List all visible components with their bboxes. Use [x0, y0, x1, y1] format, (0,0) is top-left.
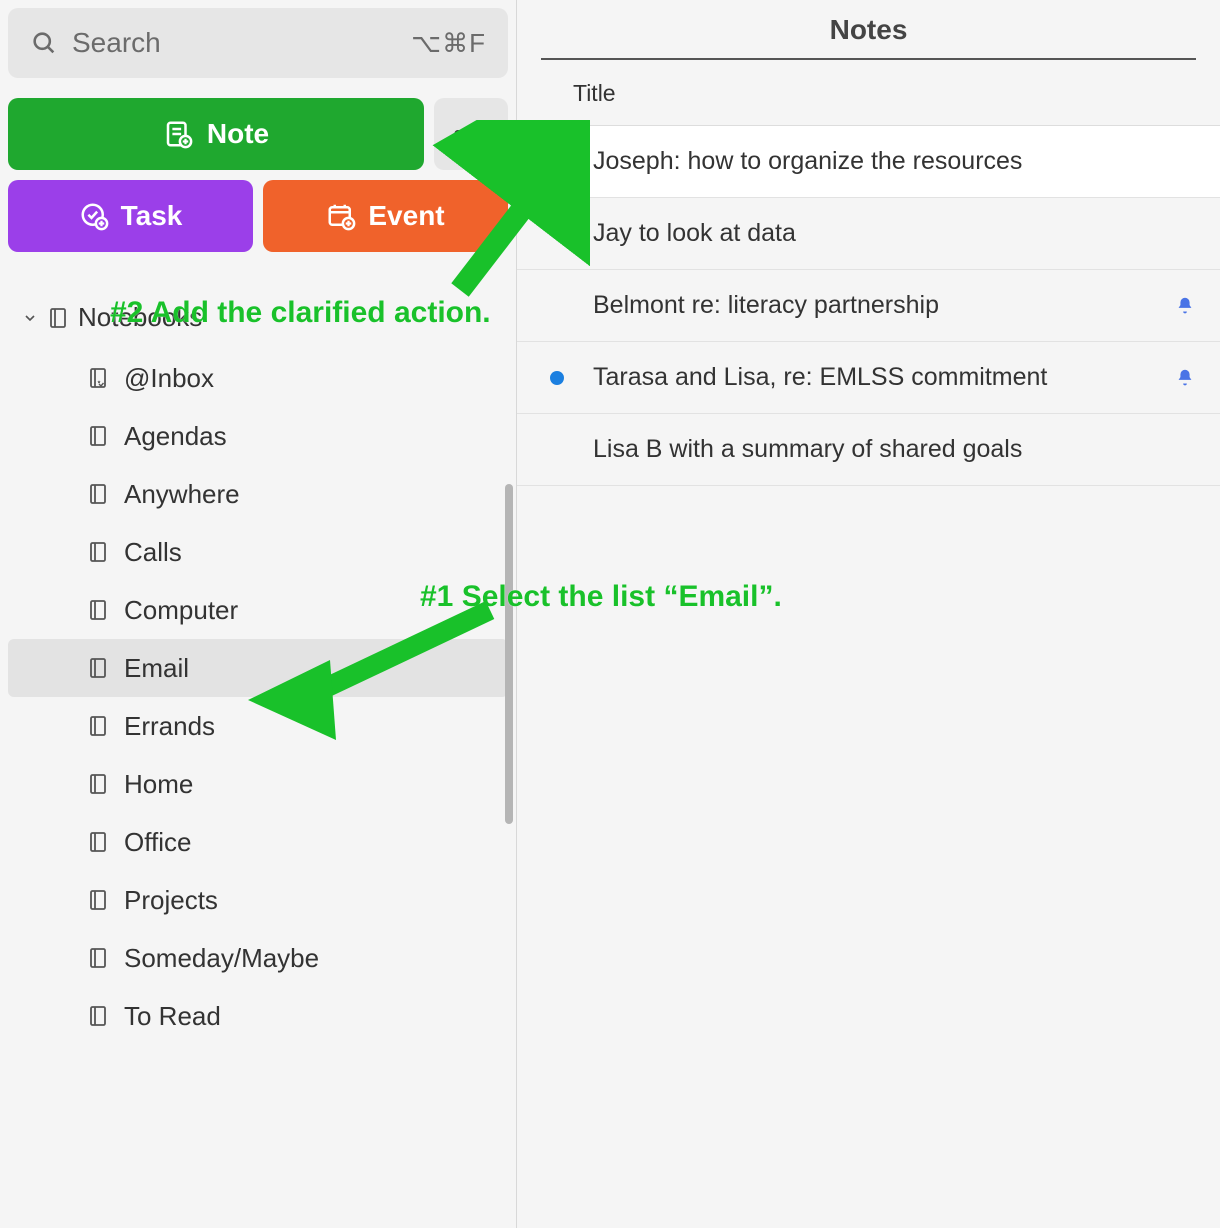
notebook-icon — [86, 656, 110, 680]
notebooks-label: Notebooks — [78, 302, 202, 333]
chevron-down-icon — [22, 310, 38, 326]
notebook-icon — [86, 1004, 110, 1028]
sidebar-item-notebook[interactable]: Errands — [8, 697, 508, 755]
note-row[interactable]: Lisa B with a summary of shared goals — [517, 414, 1220, 486]
bell-icon — [1174, 295, 1196, 317]
main-header-title: Notes — [830, 14, 908, 45]
sidebar-item-label: Office — [124, 827, 191, 858]
sidebar-item-notebook[interactable]: Projects — [8, 871, 508, 929]
more-button[interactable]: ••• — [434, 98, 508, 170]
search-placeholder: Search — [72, 27, 411, 59]
notebook-icon — [86, 888, 110, 912]
sidebar-item-notebook[interactable]: To Read — [8, 987, 508, 1045]
notebooks-icon — [46, 306, 70, 330]
sidebar-item-notebook[interactable]: Computer — [8, 581, 508, 639]
note-row[interactable]: Joseph: how to organize the resources — [517, 126, 1220, 198]
sidebar-item-notebook[interactable]: Office — [8, 813, 508, 871]
notebook-list: @Inbox Agendas Anywhere Calls Computer Email E… — [8, 349, 508, 1045]
note-title: Belmont re: literacy partnership — [573, 291, 1164, 320]
notebook-icon — [86, 772, 110, 796]
sidebar-item-notebook[interactable]: Someday/Maybe — [8, 929, 508, 987]
note-row[interactable]: Belmont re: literacy partnership — [517, 270, 1220, 342]
sidebar-item-notebook[interactable]: Anywhere — [8, 465, 508, 523]
more-dots-icon: ••• — [453, 118, 488, 150]
sidebar-item-label: To Read — [124, 1001, 221, 1032]
column-header-title[interactable]: Title — [517, 60, 1220, 126]
note-plus-icon — [163, 119, 193, 149]
note-title: Jay to look at data — [573, 219, 1196, 248]
column-header-title-label: Title — [573, 80, 616, 106]
note-row[interactable]: Tarasa and Lisa, re: EMLSS commitment — [517, 342, 1220, 414]
notebook-icon — [86, 424, 110, 448]
notebook-icon — [86, 482, 110, 506]
sidebar-item-notebook[interactable]: Calls — [8, 523, 508, 581]
new-note-button[interactable]: Note — [8, 98, 424, 170]
task-plus-icon — [79, 201, 109, 231]
notebook-icon — [86, 540, 110, 564]
sidebar-item-notebook[interactable]: Agendas — [8, 407, 508, 465]
notebooks-toggle[interactable]: Notebooks — [8, 294, 508, 341]
note-title: Joseph: how to organize the resources — [573, 147, 1196, 176]
sidebar-item-notebook[interactable]: Email — [8, 639, 508, 697]
sidebar-item-label: Someday/Maybe — [124, 943, 319, 974]
main-panel: Notes Title Joseph: how to organize the … — [517, 0, 1220, 1228]
sidebar-item-label: Computer — [124, 595, 238, 626]
note-title: Lisa B with a summary of shared goals — [573, 435, 1196, 464]
sidebar-item-label: Anywhere — [124, 479, 240, 510]
event-button-label: Event — [368, 200, 444, 232]
sidebar-item-label: Agendas — [124, 421, 227, 452]
unread-indicator-slot — [541, 371, 573, 385]
search-shortcut: ⌥⌘F — [411, 28, 486, 59]
new-event-button[interactable]: Event — [263, 180, 508, 252]
note-row[interactable]: Jay to look at data — [517, 198, 1220, 270]
bell-icon — [1174, 367, 1196, 389]
sidebar-item-label: Email — [124, 653, 189, 684]
sidebar: Search ⌥⌘F Note ••• — [0, 0, 517, 1228]
search-input[interactable]: Search ⌥⌘F — [8, 8, 508, 78]
sidebar-item-label: Projects — [124, 885, 218, 916]
new-task-button[interactable]: Task — [8, 180, 253, 252]
notebook-icon — [86, 714, 110, 738]
sidebar-item-label: @Inbox — [124, 363, 214, 394]
notebook-icon — [86, 366, 110, 390]
unread-dot-icon — [550, 371, 564, 385]
sidebar-item-notebook[interactable]: @Inbox — [8, 349, 508, 407]
sidebar-item-label: Errands — [124, 711, 215, 742]
sidebar-item-label: Calls — [124, 537, 182, 568]
sidebar-item-label: Home — [124, 769, 193, 800]
event-plus-icon — [326, 201, 356, 231]
note-title: Tarasa and Lisa, re: EMLSS commitment — [573, 363, 1164, 392]
note-button-label: Note — [207, 118, 269, 150]
search-icon — [30, 29, 58, 57]
notebook-icon — [86, 946, 110, 970]
main-header: Notes — [517, 0, 1220, 58]
sidebar-item-notebook[interactable]: Home — [8, 755, 508, 813]
notebook-icon — [86, 598, 110, 622]
task-button-label: Task — [121, 200, 183, 232]
notebook-icon — [86, 830, 110, 854]
note-list: Joseph: how to organize the resources Jay… — [517, 126, 1220, 486]
sidebar-scrollbar[interactable] — [505, 484, 513, 824]
